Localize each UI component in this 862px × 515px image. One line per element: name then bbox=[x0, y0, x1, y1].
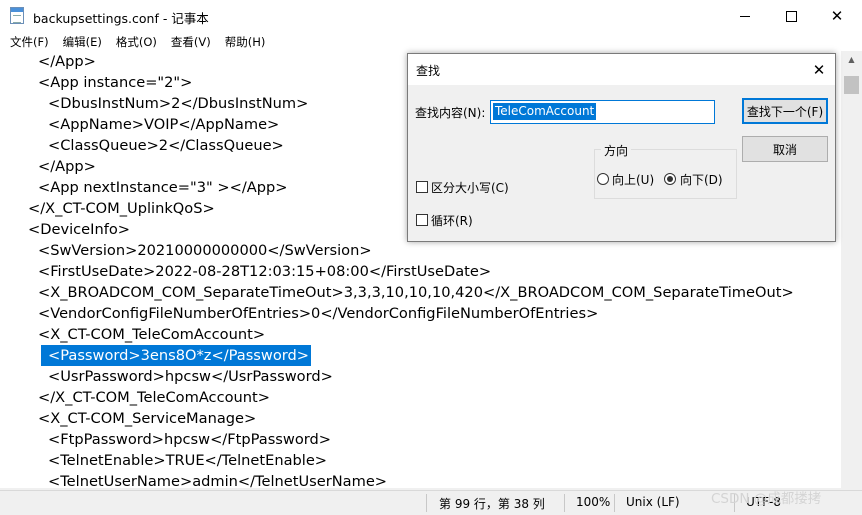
minimize-icon bbox=[740, 15, 750, 17]
match-case-checkbox[interactable] bbox=[416, 181, 428, 193]
code-line: </App> bbox=[38, 158, 96, 175]
code-line: </X_CT-COM_UplinkQoS> bbox=[28, 200, 215, 217]
find-next-button[interactable]: 查找下一个(F) bbox=[742, 98, 828, 124]
menu-file[interactable]: 文件(F) bbox=[0, 34, 49, 50]
window-title: backupsettings.conf - 记事本 bbox=[33, 11, 209, 26]
scrollbar-thumb[interactable] bbox=[844, 76, 859, 94]
wrap-around-label[interactable]: 循环(R) bbox=[431, 212, 473, 229]
direction-up-radio[interactable] bbox=[597, 173, 609, 185]
direction-label: 方向 bbox=[601, 142, 632, 159]
code-line: </App> bbox=[38, 53, 96, 70]
code-line: <X_CT-COM_ServiceManage> bbox=[38, 410, 257, 427]
dialog-title: 查找 bbox=[416, 64, 441, 78]
status-separator bbox=[614, 494, 615, 512]
code-line: <App instance="2"> bbox=[38, 74, 193, 91]
direction-down-radio[interactable] bbox=[664, 173, 676, 185]
direction-down-label[interactable]: 向下(D) bbox=[680, 171, 723, 188]
find-what-value: TeleComAccount bbox=[493, 103, 597, 120]
dialog-title-bar[interactable]: 查找 ✕ bbox=[408, 54, 835, 85]
code-line: <FtpPassword>hpcsw</FtpPassword> bbox=[48, 431, 331, 448]
menu-edit[interactable]: 编辑(E) bbox=[49, 34, 102, 50]
menu-view[interactable]: 查看(V) bbox=[157, 34, 211, 50]
code-line: </X_CT-COM_TeleComAccount> bbox=[38, 389, 270, 406]
watermark: CSDN @成都搂拷 bbox=[711, 491, 822, 507]
close-icon: ✕ bbox=[830, 6, 844, 25]
code-line: <X_CT-COM_TeleComAccount> bbox=[38, 326, 266, 343]
status-separator bbox=[426, 494, 427, 512]
menu-bar: 文件(F) 编辑(E) 格式(O) 查看(V) 帮助(H) bbox=[0, 32, 862, 51]
code-line: <VendorConfigFileNumberOfEntries>0</Vend… bbox=[38, 305, 599, 322]
status-position: 第 99 行，第 38 列 bbox=[439, 497, 545, 511]
status-separator bbox=[564, 494, 565, 512]
code-line: <DbusInstNum>2</DbusInstNum> bbox=[48, 95, 309, 112]
code-line: <TelnetEnable>TRUE</TelnetEnable> bbox=[48, 452, 328, 469]
wrap-around-checkbox[interactable] bbox=[416, 214, 428, 226]
code-line: <DeviceInfo> bbox=[28, 221, 130, 238]
code-line: <UsrPassword>hpcsw</UsrPassword> bbox=[48, 368, 333, 385]
code-line: <App nextInstance="3" ></App> bbox=[38, 179, 288, 196]
code-line: <FirstUseDate>2022-08-28T12:03:15+08:00<… bbox=[38, 263, 492, 280]
dialog-close-icon[interactable]: ✕ bbox=[806, 57, 832, 83]
match-case-label[interactable]: 区分大小写(C) bbox=[431, 179, 509, 196]
code-line: <X_BROADCOM_COM_SeparateTimeOut>3,3,3,10… bbox=[38, 284, 794, 301]
cancel-button[interactable]: 取消 bbox=[742, 136, 828, 162]
menu-format[interactable]: 格式(O) bbox=[102, 34, 157, 50]
title-bar: backupsettings.conf - 记事本 ✕ bbox=[0, 0, 862, 32]
status-zoom: 100% bbox=[576, 495, 611, 509]
status-line-ending: Unix (LF) bbox=[626, 495, 680, 509]
scroll-up-icon[interactable]: ▲ bbox=[841, 51, 862, 68]
minimize-button[interactable] bbox=[722, 0, 768, 32]
code-line: <ClassQueue>2</ClassQueue> bbox=[48, 137, 284, 154]
close-button[interactable]: ✕ bbox=[814, 0, 860, 32]
maximize-button[interactable] bbox=[768, 0, 814, 32]
notepad-icon bbox=[10, 7, 24, 24]
code-line: <SwVersion>20210000000000</SwVersion> bbox=[38, 242, 372, 259]
code-line: <TelnetUserName>admin</TelnetUserName> bbox=[48, 473, 388, 488]
find-what-label: 查找内容(N): bbox=[415, 106, 486, 120]
maximize-icon bbox=[785, 10, 797, 22]
menu-help[interactable]: 帮助(H) bbox=[211, 34, 266, 50]
find-dialog: 查找 ✕ 查找内容(N): TeleComAccount 查找下一个(F) 取消… bbox=[407, 53, 836, 242]
selected-code-line: <Password>3ens8O*z</Password> bbox=[41, 345, 312, 366]
direction-up-label[interactable]: 向上(U) bbox=[612, 171, 654, 188]
vertical-scrollbar[interactable]: ▲ bbox=[841, 51, 862, 488]
code-line: <AppName>VOIP</AppName> bbox=[48, 116, 280, 133]
